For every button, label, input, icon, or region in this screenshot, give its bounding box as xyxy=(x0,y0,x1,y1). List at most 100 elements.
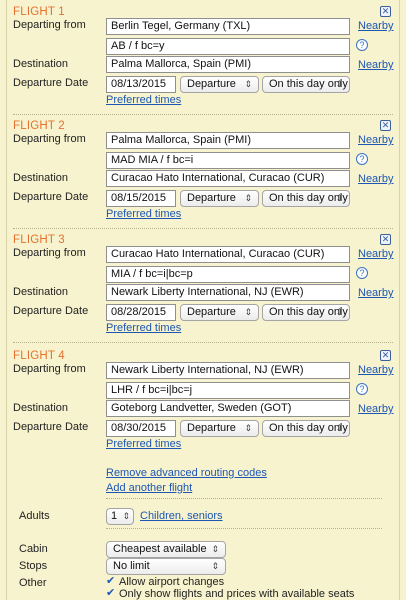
flight-title: FLIGHT 3 xyxy=(13,234,65,246)
select-value: Departure xyxy=(187,306,236,318)
destination-label: Destination xyxy=(13,58,69,70)
flight-title: FLIGHT 1 xyxy=(13,6,65,18)
chevron-updown-icon: ⇕ xyxy=(335,193,343,203)
other-label: Other xyxy=(19,577,47,589)
select-value: Departure xyxy=(187,78,236,90)
preferred-times-link[interactable]: Preferred times xyxy=(106,322,181,334)
remove-routing-codes-link[interactable]: Remove advanced routing codes xyxy=(106,467,267,479)
preferred-times-link[interactable]: Preferred times xyxy=(106,208,181,220)
adults-select[interactable]: 1 ⇕ xyxy=(106,508,134,525)
allow-airport-changes-label: Allow airport changes xyxy=(119,576,225,588)
checkmark-icon[interactable]: ✔ xyxy=(106,576,117,587)
departing-label: Departing from xyxy=(13,19,86,31)
divider xyxy=(106,498,382,499)
cabin-label: Cabin xyxy=(19,543,48,555)
divider xyxy=(13,342,393,343)
divider xyxy=(13,228,393,229)
departure-date-input[interactable]: 08/28/2015 xyxy=(106,304,176,321)
help-icon[interactable]: ? xyxy=(356,39,368,51)
flight-title: FLIGHT 4 xyxy=(13,350,65,362)
help-icon[interactable]: ? xyxy=(356,383,368,395)
checkmark-icon[interactable]: ✔ xyxy=(106,588,117,599)
cabin-select[interactable]: Cheapest available ⇕ xyxy=(106,541,226,558)
routing-code-input[interactable]: MIA / f bc=i|bc=p xyxy=(106,266,350,283)
select-value: 1 xyxy=(111,510,118,522)
preferred-times-link[interactable]: Preferred times xyxy=(106,438,181,450)
close-icon[interactable]: ✕ xyxy=(380,6,391,17)
close-icon[interactable]: ✕ xyxy=(380,234,391,245)
close-icon[interactable]: ✕ xyxy=(380,350,391,361)
departure-date-label: Departure Date xyxy=(13,191,89,203)
departing-label: Departing from xyxy=(13,133,86,145)
chevron-updown-icon: ⇕ xyxy=(335,79,343,89)
available-seats-label: Only show flights and prices with availa… xyxy=(119,588,355,600)
select-value: Cheapest available xyxy=(113,543,207,555)
departing-input[interactable]: Berlin Tegel, Germany (TXL) xyxy=(106,18,350,35)
flight-4-section: FLIGHT 4 ✕ Departing from Newark Liberty… xyxy=(13,350,393,450)
departing-input[interactable]: Palma Mallorca, Spain (PMI) xyxy=(106,132,350,149)
select-value: Departure xyxy=(187,422,236,434)
flight-2-section: FLIGHT 2 ✕ Departing from Palma Mallorca… xyxy=(13,120,393,220)
chevron-updown-icon: ⇕ xyxy=(122,511,130,521)
departure-mode-select[interactable]: Departure ⇕ xyxy=(180,420,259,437)
close-icon[interactable]: ✕ xyxy=(380,120,391,131)
select-value: No limit xyxy=(113,560,150,572)
nearby-link[interactable]: Nearby xyxy=(358,59,393,71)
chevron-updown-icon: ⇕ xyxy=(244,307,252,317)
divider xyxy=(13,114,393,115)
departing-label: Departing from xyxy=(13,363,86,375)
date-flex-select[interactable]: On this day only ⇕ xyxy=(262,76,350,93)
date-flex-select[interactable]: On this day only ⇕ xyxy=(262,304,350,321)
chevron-updown-icon: ⇕ xyxy=(211,561,219,571)
chevron-updown-icon: ⇕ xyxy=(335,307,343,317)
departure-date-label: Departure Date xyxy=(13,77,89,89)
date-flex-select[interactable]: On this day only ⇕ xyxy=(262,190,350,207)
departure-mode-select[interactable]: Departure ⇕ xyxy=(180,76,259,93)
flight-3-section: FLIGHT 3 ✕ Departing from Curacao Hato I… xyxy=(13,234,393,334)
nearby-link[interactable]: Nearby xyxy=(358,134,393,146)
destination-input[interactable]: Curacao Hato International, Curacao (CUR… xyxy=(106,170,350,187)
nearby-link[interactable]: Nearby xyxy=(358,173,393,185)
select-value: Departure xyxy=(187,192,236,204)
destination-input[interactable]: Palma Mallorca, Spain (PMI) xyxy=(106,56,350,73)
routing-code-input[interactable]: AB / f bc=y xyxy=(106,38,350,55)
departure-date-label: Departure Date xyxy=(13,421,89,433)
routing-code-input[interactable]: MAD MIA / f bc=i xyxy=(106,152,350,169)
destination-input[interactable]: Newark Liberty International, NJ (EWR) xyxy=(106,284,350,301)
divider xyxy=(106,528,382,529)
departure-date-input[interactable]: 08/15/2015 xyxy=(106,190,176,207)
departure-date-input[interactable]: 08/30/2015 xyxy=(106,420,176,437)
nearby-link[interactable]: Nearby xyxy=(358,287,393,299)
destination-label: Destination xyxy=(13,402,69,414)
stops-label: Stops xyxy=(19,560,48,572)
departing-input[interactable]: Curacao Hato International, Curacao (CUR… xyxy=(106,246,350,263)
departure-date-input[interactable]: 08/13/2015 xyxy=(106,76,176,93)
nearby-link[interactable]: Nearby xyxy=(358,20,393,32)
chevron-updown-icon: ⇕ xyxy=(244,79,252,89)
children-seniors-link[interactable]: Children, seniors xyxy=(140,510,223,522)
preferred-times-link[interactable]: Preferred times xyxy=(106,94,181,106)
flight-1-section: FLIGHT 1 ✕ Departing from Berlin Tegel, … xyxy=(13,6,393,106)
nearby-link[interactable]: Nearby xyxy=(358,403,393,415)
nearby-link[interactable]: Nearby xyxy=(358,364,393,376)
departure-mode-select[interactable]: Departure ⇕ xyxy=(180,304,259,321)
departure-mode-select[interactable]: Departure ⇕ xyxy=(180,190,259,207)
destination-label: Destination xyxy=(13,172,69,184)
help-icon[interactable]: ? xyxy=(356,153,368,165)
departing-input[interactable]: Newark Liberty International, NJ (EWR) xyxy=(106,362,350,379)
flight-title: FLIGHT 2 xyxy=(13,120,65,132)
destination-input[interactable]: Goteborg Landvetter, Sweden (GOT) xyxy=(106,400,350,417)
departure-date-label: Departure Date xyxy=(13,305,89,317)
stops-select[interactable]: No limit ⇕ xyxy=(106,558,226,575)
help-icon[interactable]: ? xyxy=(356,267,368,279)
destination-label: Destination xyxy=(13,286,69,298)
routing-code-input[interactable]: LHR / f bc=i|bc=j xyxy=(106,382,350,399)
chevron-updown-icon: ⇕ xyxy=(244,423,252,433)
date-flex-select[interactable]: On this day only ⇕ xyxy=(262,420,350,437)
chevron-updown-icon: ⇕ xyxy=(335,423,343,433)
nearby-link[interactable]: Nearby xyxy=(358,248,393,260)
adults-label: Adults xyxy=(19,510,50,522)
chevron-updown-icon: ⇕ xyxy=(244,193,252,203)
chevron-updown-icon: ⇕ xyxy=(211,544,219,554)
add-another-flight-link[interactable]: Add another flight xyxy=(106,482,192,494)
